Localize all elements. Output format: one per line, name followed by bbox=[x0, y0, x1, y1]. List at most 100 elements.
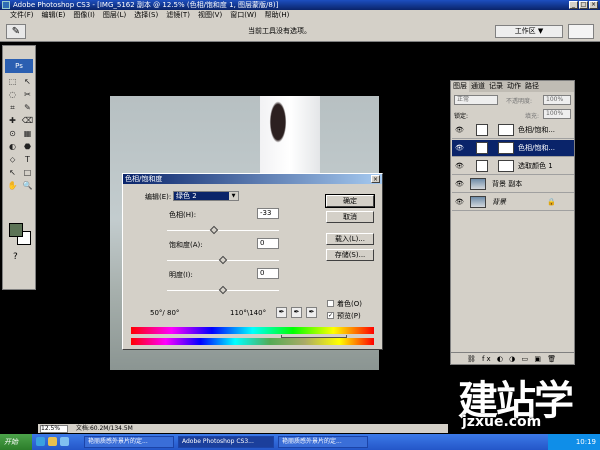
preview-checkbox[interactable]: ✓ bbox=[327, 312, 334, 319]
menu-select[interactable]: 选择(S) bbox=[130, 10, 162, 21]
eyedropper-minus-icon[interactable]: ✒ bbox=[306, 307, 317, 318]
type-tool-icon[interactable]: T bbox=[21, 154, 34, 165]
move-tool-icon[interactable]: ↖ bbox=[21, 76, 34, 87]
visibility-eye-icon[interactable]: 👁 bbox=[455, 140, 464, 156]
layers-footer-icons[interactable]: ⛓ fx ◐ ◑ ▭ ▣ 🗑 bbox=[451, 352, 574, 364]
layer-row-background[interactable]: 👁 背景 🔒 bbox=[452, 194, 574, 211]
eraser-tool-icon[interactable]: ⌫ bbox=[21, 115, 34, 126]
edit-select-value: 绿色 2 bbox=[176, 192, 197, 200]
media-icon[interactable] bbox=[60, 437, 69, 446]
minimize-button[interactable]: _ bbox=[569, 1, 578, 9]
pen-tool-icon[interactable]: ⬣ bbox=[21, 141, 34, 152]
range-bracket[interactable] bbox=[281, 335, 347, 338]
workspace-dropdown[interactable]: 工作区 ▼ bbox=[495, 25, 563, 38]
photoshop-window: Adobe Photoshop CS3 - [IMG_5162 副本 @ 12.… bbox=[0, 0, 600, 450]
gradient-tool-icon[interactable]: ▦ bbox=[21, 128, 34, 139]
layer-row-selective-color[interactable]: 👁 选取颜色 1 bbox=[452, 158, 574, 175]
maximize-button[interactable]: □ bbox=[579, 1, 588, 9]
colorize-checkbox[interactable] bbox=[327, 300, 334, 307]
zoom-field[interactable]: 12.5% bbox=[40, 425, 68, 433]
start-button[interactable]: 开始 bbox=[0, 434, 32, 450]
tab-actions[interactable]: 动作 bbox=[505, 81, 523, 92]
bridge-button[interactable] bbox=[568, 24, 594, 39]
current-tool-icon[interactable]: ✎ bbox=[6, 24, 26, 39]
slice-tool-icon[interactable]: ✎ bbox=[21, 102, 34, 113]
dodge-tool-icon[interactable]: ◐ bbox=[6, 141, 19, 152]
quick-mask-icon[interactable]: ? bbox=[13, 252, 18, 262]
fill-input[interactable]: 100% bbox=[543, 109, 571, 119]
menu-file[interactable]: 文件(F) bbox=[6, 10, 38, 21]
opacity-label: 不透明度: bbox=[506, 98, 533, 105]
load-button[interactable]: 载入(L)... bbox=[326, 233, 374, 245]
foreground-color-swatch[interactable] bbox=[9, 223, 23, 237]
window-title: Adobe Photoshop CS3 - [IMG_5162 副本 @ 12.… bbox=[13, 1, 279, 9]
layer-mask-thumbnail[interactable] bbox=[498, 160, 514, 172]
hue-input[interactable]: -33 bbox=[257, 208, 279, 219]
lasso-tool-icon[interactable]: ◌ bbox=[6, 89, 19, 100]
tab-channels[interactable]: 通道 bbox=[469, 81, 487, 92]
direct-select-tool-icon[interactable]: ↖ bbox=[6, 167, 19, 178]
ie-icon[interactable] bbox=[36, 437, 45, 446]
marquee-tool-icon[interactable]: ⬚ bbox=[6, 76, 19, 87]
opacity-input[interactable]: 100% bbox=[543, 95, 571, 105]
hue-spectrum-top bbox=[131, 327, 374, 334]
ps-logo[interactable]: Ps bbox=[5, 59, 33, 73]
save-button[interactable]: 存储(S)... bbox=[326, 249, 374, 261]
taskbar-item-browser[interactable]: 艳丽质感外景片的定... bbox=[278, 436, 368, 448]
layers-tab-strip: 图层 通道 记录 动作 路径 bbox=[451, 81, 574, 92]
edit-select[interactable]: 绿色 2 ▼ bbox=[173, 191, 239, 201]
hue-slider-track[interactable] bbox=[167, 230, 279, 231]
lightness-input[interactable]: 0 bbox=[257, 268, 279, 279]
lightness-slider-thumb[interactable] bbox=[218, 285, 228, 295]
visibility-eye-icon[interactable]: 👁 bbox=[455, 194, 464, 210]
menu-view[interactable]: 视图(V) bbox=[194, 10, 226, 21]
folder-icon[interactable] bbox=[48, 437, 57, 446]
magic-wand-tool-icon[interactable]: ✂ bbox=[21, 89, 34, 100]
title-bar: Adobe Photoshop CS3 - [IMG_5162 副本 @ 12.… bbox=[0, 0, 600, 10]
hand-tool-icon[interactable]: ✋ bbox=[6, 180, 19, 191]
window-controls: _ □ × bbox=[569, 1, 598, 9]
visibility-eye-icon[interactable]: 👁 bbox=[455, 176, 464, 192]
saturation-input[interactable]: 0 bbox=[257, 238, 279, 249]
close-button[interactable]: × bbox=[589, 1, 598, 9]
layer-row-hue-sat-2[interactable]: 👁 色相/饱和... bbox=[452, 122, 574, 139]
layer-mask-thumbnail[interactable] bbox=[498, 142, 514, 154]
layer-row-hue-sat-1[interactable]: 👁 色相/饱和... bbox=[452, 140, 574, 157]
menu-image[interactable]: 图像(I) bbox=[69, 10, 99, 21]
taskbar-item-folder[interactable]: 艳丽质感外景片的定... bbox=[84, 436, 174, 448]
menu-layer[interactable]: 图层(L) bbox=[99, 10, 130, 21]
eyedropper-icon[interactable]: ✒ bbox=[276, 307, 287, 318]
layer-name: 背景 bbox=[492, 198, 506, 206]
crop-tool-icon[interactable]: ⌗ bbox=[6, 102, 19, 113]
menu-window[interactable]: 窗口(W) bbox=[226, 10, 260, 21]
ok-button[interactable]: 确定 bbox=[325, 194, 375, 208]
blend-mode-select[interactable]: 正常 bbox=[454, 95, 498, 105]
menu-help[interactable]: 帮助(H) bbox=[261, 10, 294, 21]
layer-mask-thumbnail[interactable] bbox=[498, 124, 514, 136]
hue-spectrum-bottom bbox=[131, 338, 374, 345]
menu-edit[interactable]: 编辑(E) bbox=[38, 10, 70, 21]
dialog-title: 色相/饱和度 bbox=[123, 174, 382, 184]
tab-paths[interactable]: 路径 bbox=[523, 81, 541, 92]
clock: 10:19 bbox=[575, 438, 596, 446]
status-bar: 12.5% 文档:60.2M/134.5M bbox=[38, 424, 448, 433]
visibility-eye-icon[interactable]: 👁 bbox=[455, 122, 464, 138]
shape-tool-icon[interactable]: □ bbox=[21, 167, 34, 178]
tab-history[interactable]: 记录 bbox=[487, 81, 505, 92]
path-select-tool-icon[interactable]: ⬦ bbox=[6, 154, 19, 165]
photoshop-app-icon bbox=[2, 1, 10, 9]
eyedropper-plus-icon[interactable]: ✒ bbox=[291, 307, 302, 318]
saturation-slider-thumb[interactable] bbox=[218, 255, 228, 265]
stamp-tool-icon[interactable]: ⊙ bbox=[6, 128, 19, 139]
zoom-tool-icon[interactable]: 🔍 bbox=[21, 180, 34, 191]
lock-icon: 🔒 bbox=[547, 198, 556, 206]
visibility-eye-icon[interactable]: 👁 bbox=[455, 158, 464, 174]
layer-row-background-copy[interactable]: 👁 背景 副本 bbox=[452, 176, 574, 193]
cancel-button[interactable]: 取消 bbox=[326, 211, 374, 223]
dialog-close-button[interactable]: × bbox=[371, 175, 380, 183]
menu-filter[interactable]: 滤镜(T) bbox=[162, 10, 194, 21]
tab-layers[interactable]: 图层 bbox=[451, 81, 469, 92]
taskbar-item-photoshop[interactable]: Adobe Photoshop CS3... bbox=[178, 436, 274, 448]
hue-slider-thumb[interactable] bbox=[209, 225, 219, 235]
healing-tool-icon[interactable]: ✚ bbox=[6, 115, 19, 126]
